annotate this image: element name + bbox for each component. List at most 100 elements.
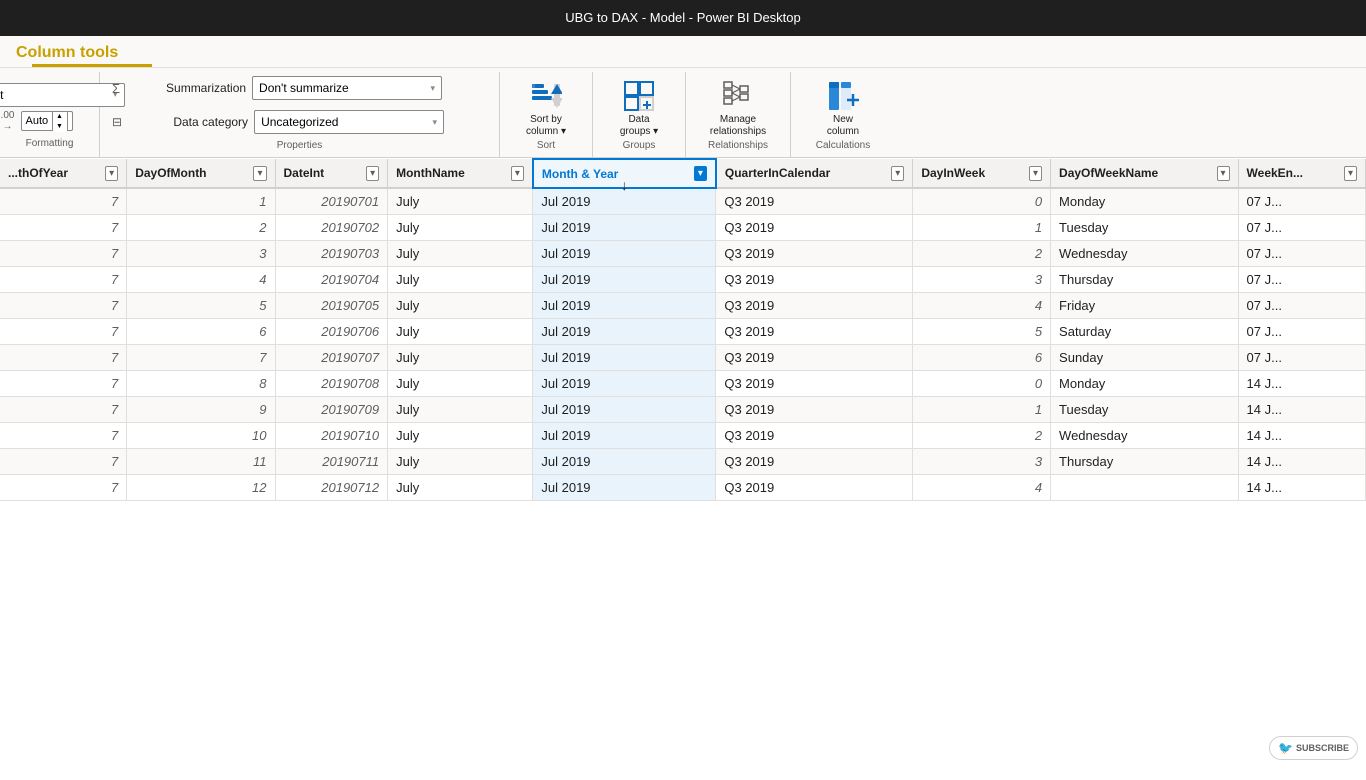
col-header-dayinweek: DayInWeek ▾: [913, 159, 1051, 188]
table-cell: 3: [913, 267, 1051, 293]
filter-btn-dayinweek[interactable]: ▾: [1029, 166, 1042, 181]
table-cell: 0: [913, 371, 1051, 397]
table-cell: 20190712: [275, 475, 388, 501]
number-format-icon: .00→: [0, 110, 18, 132]
table-cell: 3: [127, 241, 275, 267]
table-cell: 7: [0, 449, 127, 475]
spin-down[interactable]: ▼: [53, 122, 67, 132]
table-cell: 20190705: [275, 293, 388, 319]
table-cell: 20190707: [275, 345, 388, 371]
table-cell: Jul 2019: [533, 319, 716, 345]
table-cell: 7: [0, 293, 127, 319]
table-body: 7120190701JulyJul 2019Q3 20190Monday07 J…: [0, 188, 1366, 501]
spin-buttons[interactable]: ▲ ▼: [52, 111, 68, 131]
calculations-controls: Newcolumn: [803, 76, 883, 140]
datacategory-select[interactable]: Uncategorized ▾: [254, 110, 444, 134]
table-cell: 7: [0, 475, 127, 501]
new-column-button[interactable]: Newcolumn: [803, 76, 883, 140]
properties-label-row: Properties: [112, 140, 487, 159]
groups-section-label: Groups: [623, 140, 656, 155]
table-cell: 12: [127, 475, 275, 501]
col-header-monthofyear: ...thOfYear ▾: [0, 159, 127, 188]
table-cell: Wednesday: [1051, 241, 1239, 267]
col-header-monthyear: Month & Year ▾ ↓: [533, 159, 716, 188]
summarization-row: Σ Summarization Don't summarize ▾: [112, 76, 442, 100]
table-cell: 20190709: [275, 397, 388, 423]
formatting-label-row: Formatting: [26, 138, 74, 157]
sigma-icon: Σ: [112, 81, 120, 96]
table-cell: Jul 2019: [533, 345, 716, 371]
table-cell: 7: [0, 267, 127, 293]
filter-btn-dateint[interactable]: ▾: [366, 166, 379, 181]
table-cell: 7: [127, 345, 275, 371]
filter-btn-quarterincalendar[interactable]: ▾: [891, 166, 904, 181]
table-cell: Jul 2019: [533, 371, 716, 397]
calculations-label-row: Calculations: [803, 140, 883, 159]
table-cell: Sunday: [1051, 345, 1239, 371]
properties-section-label: Properties: [277, 140, 323, 155]
table-cell: 20190708: [275, 371, 388, 397]
col-label-quarterincalendar: QuarterInCalendar: [725, 166, 830, 180]
filter-btn-dayofmonth[interactable]: ▾: [253, 166, 266, 181]
table-cell: 14 J...: [1238, 423, 1365, 449]
manage-relationships-button[interactable]: Managerelationships: [698, 76, 778, 140]
table-cell: July: [388, 423, 533, 449]
table-cell: Jul 2019: [533, 241, 716, 267]
table-cell: 07 J...: [1238, 267, 1365, 293]
sort-by-column-button[interactable]: Sort bycolumn ▾: [512, 76, 580, 140]
table-cell: July: [388, 215, 533, 241]
datacategory-row: ⊟ Data category Uncategorized ▾: [112, 110, 444, 134]
ribbon-toolbar: Text ▾ ; .00→ Auto ▲ ▼: [0, 67, 1366, 157]
filter-btn-weekend[interactable]: ▾: [1344, 166, 1357, 181]
col-label-dayinweek: DayInWeek: [921, 166, 985, 180]
summarization-select[interactable]: Don't summarize ▾: [252, 76, 442, 100]
table-cell: 7: [0, 397, 127, 423]
data-groups-button[interactable]: Datagroups ▾: [605, 76, 673, 140]
table-cell: Q3 2019: [716, 397, 913, 423]
table-cell: 4: [913, 475, 1051, 501]
spin-up[interactable]: ▲: [53, 112, 67, 122]
relationships-controls: Managerelationships: [698, 76, 778, 140]
table-cell: Saturday: [1051, 319, 1239, 345]
summarization-label: Summarization: [126, 81, 246, 95]
table-cell: 8: [127, 371, 275, 397]
table-cell: 1: [913, 397, 1051, 423]
table-row: 71020190710JulyJul 2019Q3 20192Wednesday…: [0, 423, 1366, 449]
table-cell: 07 J...: [1238, 293, 1365, 319]
table-cell: 14 J...: [1238, 397, 1365, 423]
new-column-btn-label: Newcolumn: [827, 114, 859, 138]
table-cell: Thursday: [1051, 267, 1239, 293]
groups-btn-label: Datagroups ▾: [620, 114, 658, 138]
table-cell: Q3 2019: [716, 241, 913, 267]
table-cell: 10: [127, 423, 275, 449]
sort-section-label: Sort: [537, 140, 555, 155]
table-cell: July: [388, 397, 533, 423]
table-cell: 3: [913, 449, 1051, 475]
table-cell: 5: [127, 293, 275, 319]
filter-btn-monthofyear[interactable]: ▾: [105, 166, 118, 181]
table-cell: July: [388, 241, 533, 267]
table-cell: 07 J...: [1238, 241, 1365, 267]
auto-input[interactable]: Auto ▲ ▼: [21, 111, 73, 131]
table-cell: Q3 2019: [716, 188, 913, 215]
table-cell: 7: [0, 423, 127, 449]
col-label-monthyear: Month & Year: [542, 167, 618, 181]
table-cell: [1051, 475, 1239, 501]
col-label-weekend: WeekEn...: [1247, 166, 1303, 180]
filter-btn-monthyear[interactable]: ▾: [694, 166, 707, 181]
table-cell: 1: [127, 188, 275, 215]
filter-btn-monthname[interactable]: ▾: [511, 166, 524, 181]
table-cell: 14 J...: [1238, 371, 1365, 397]
filter-btn-dayofweekname[interactable]: ▾: [1217, 166, 1230, 181]
table-cell: 6: [127, 319, 275, 345]
table-cell: Jul 2019: [533, 215, 716, 241]
table-row: 7120190701JulyJul 2019Q3 20190Monday07 J…: [0, 188, 1366, 215]
table-cell: 7: [0, 241, 127, 267]
table-cell: 4: [913, 293, 1051, 319]
col-header-weekend: WeekEn... ▾: [1238, 159, 1365, 188]
table-cell: Friday: [1051, 293, 1239, 319]
table-cell: 7: [0, 215, 127, 241]
table-cell: July: [388, 449, 533, 475]
relationships-btn-label: Managerelationships: [710, 114, 766, 138]
table-cell: 20190711: [275, 449, 388, 475]
